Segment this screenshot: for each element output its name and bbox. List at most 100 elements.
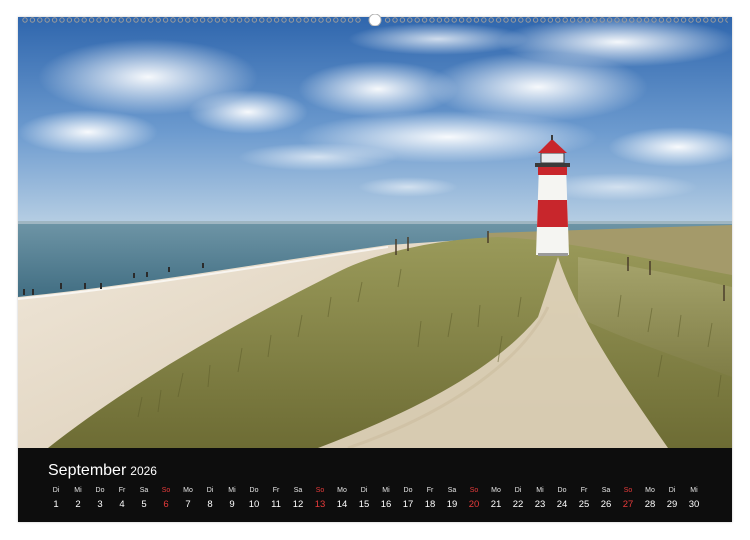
weekday-label: Sa <box>447 487 457 494</box>
landscape-photo <box>18 17 732 448</box>
weekday-label: Mi <box>74 487 82 494</box>
binding-ring <box>518 17 524 23</box>
binding-ring <box>162 17 169 23</box>
binding-ring <box>51 17 58 23</box>
binding-ring <box>451 17 457 23</box>
binding-ring <box>436 17 443 23</box>
calendar-grid: September 2026 Di 1 Mi 2 Do 3 Fr 4 Sa 5 So 6 Mo 7 Di 8 Mi… <box>18 448 732 522</box>
month-title: September 2026 <box>48 462 157 480</box>
day-number: 4 <box>119 499 125 510</box>
month-name: September <box>48 462 127 479</box>
day-number: 11 <box>271 499 281 510</box>
binding-ring <box>236 17 243 23</box>
binding-ring <box>111 17 117 23</box>
weekday-label: So <box>161 487 171 494</box>
binding-ring <box>725 17 728 23</box>
binding-ring <box>37 17 43 23</box>
binding-ring <box>680 17 687 23</box>
binding-ring <box>44 17 50 23</box>
weekday-label: Sa <box>139 487 149 494</box>
binding-ring <box>355 17 361 23</box>
binding-ring <box>621 17 628 23</box>
day-number: 30 <box>688 499 700 510</box>
binding-ring <box>399 17 406 23</box>
weekday-label: So <box>469 487 479 494</box>
binding-ring <box>199 17 206 23</box>
day-cell: Mi 16 <box>375 486 397 512</box>
binding-ring <box>481 17 487 23</box>
binding-ring <box>473 17 480 23</box>
day-row: Di 1 Mi 2 Do 3 Fr 4 Sa 5 So 6 Mo 7 Di 8 Mi 9 Do 10 Fr 11 Sa 12 S… <box>45 486 725 516</box>
binding-ring <box>333 17 339 23</box>
binding-ring <box>555 17 561 23</box>
day-cell: Mo 7 <box>177 486 199 512</box>
day-number: 26 <box>600 499 612 510</box>
binding-ring <box>177 17 184 23</box>
day-cell: Sa 12 <box>287 486 309 512</box>
binding-ring <box>318 17 324 23</box>
binding-ring <box>392 17 398 23</box>
lighthouse-dunes-image <box>18 17 732 448</box>
binding-ring <box>643 17 650 23</box>
binding-ring <box>569 17 576 23</box>
binding-ring <box>525 17 531 23</box>
weekday-label: So <box>623 487 633 494</box>
binding-ring <box>207 17 213 23</box>
weekday-label: So <box>315 487 325 494</box>
binding-ring <box>125 17 132 23</box>
weekday-label: Mi <box>382 487 390 494</box>
day-cell: Di 15 <box>353 486 375 512</box>
binding-ring <box>444 17 450 23</box>
binding-ring <box>429 17 435 23</box>
binding-ring <box>140 17 147 23</box>
day-number: 10 <box>248 499 260 510</box>
day-number: 22 <box>512 499 524 510</box>
binding-ring <box>325 17 332 23</box>
binding-ring <box>540 17 546 23</box>
day-number: 6 <box>163 499 169 510</box>
weekday-label: Mo <box>645 487 655 494</box>
binding-ring <box>81 17 87 23</box>
year: 2026 <box>130 464 157 478</box>
day-number: 23 <box>534 499 546 510</box>
binding-ring <box>192 17 198 23</box>
binding-ring <box>466 17 472 23</box>
binding-ring <box>273 17 280 23</box>
day-cell: Mo 21 <box>485 486 507 512</box>
binding-ring <box>532 17 539 23</box>
weekday-label: Fr <box>272 487 280 494</box>
day-number: 2 <box>75 499 81 510</box>
binding-ring <box>606 17 613 23</box>
day-cell: So 20 <box>463 486 485 512</box>
day-cell: Mi 9 <box>221 486 243 512</box>
binding-ring <box>703 17 709 23</box>
binding-ring <box>288 17 295 23</box>
weekday-label: Di <box>360 487 368 494</box>
binding-ring <box>266 17 272 23</box>
binding-ring <box>421 17 428 23</box>
day-cell: Di 1 <box>45 486 67 512</box>
day-number: 19 <box>446 499 458 510</box>
weekday-label: Mi <box>536 487 544 494</box>
day-number: 1 <box>53 499 59 510</box>
hanger-hole <box>368 14 382 26</box>
weekday-label: Fr <box>118 487 126 494</box>
day-cell: Sa 26 <box>595 486 617 512</box>
binding-ring <box>577 17 583 23</box>
binding-ring <box>592 17 598 23</box>
weekday-label: Mo <box>491 487 501 494</box>
binding-ring <box>222 17 228 23</box>
weekday-label: Fr <box>426 487 434 494</box>
binding-ring <box>155 17 161 23</box>
day-cell: Fr 18 <box>419 486 441 512</box>
day-cell: Mo 28 <box>639 486 661 512</box>
binding-ring <box>251 17 258 23</box>
binding-ring <box>170 17 176 23</box>
day-cell: Fr 4 <box>111 486 133 512</box>
weekday-label: Di <box>514 487 522 494</box>
binding-ring <box>673 17 679 23</box>
binding-ring <box>66 17 73 23</box>
day-cell: Do 24 <box>551 486 573 512</box>
binding-ring <box>96 17 102 23</box>
day-number: 7 <box>185 499 191 510</box>
